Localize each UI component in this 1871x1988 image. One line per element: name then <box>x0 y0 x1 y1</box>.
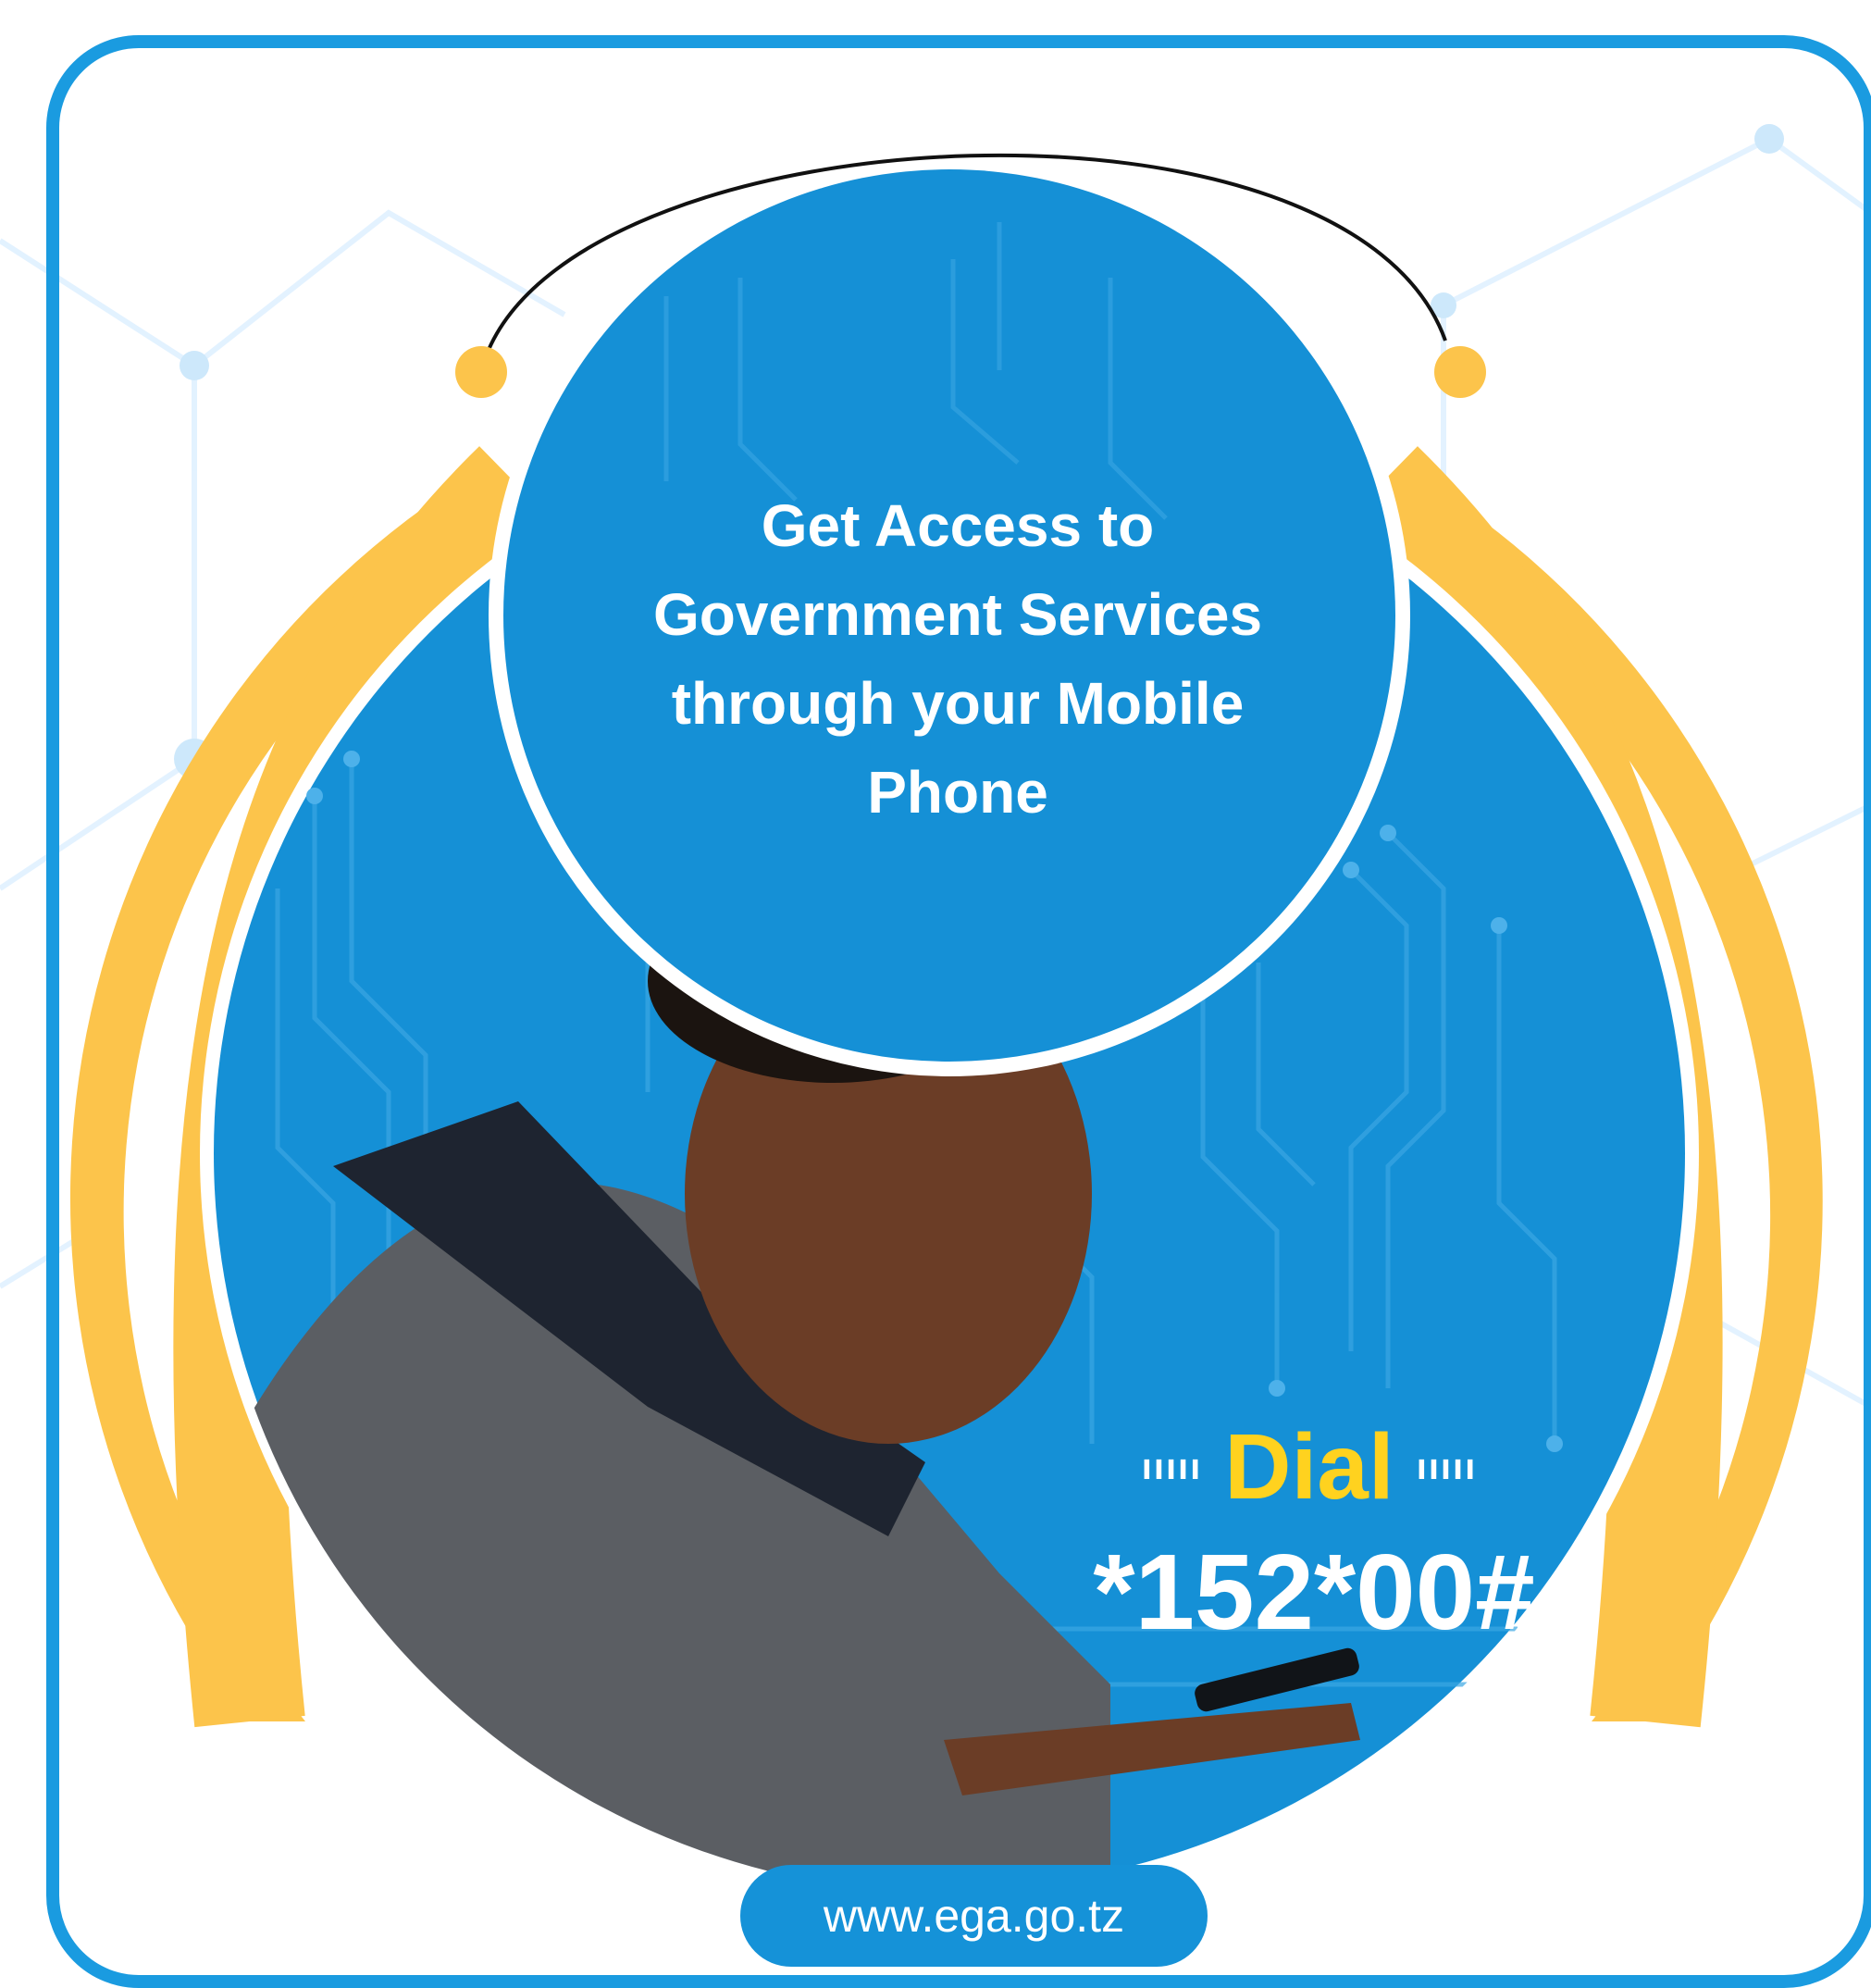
ussd-code: *152*00# <box>1093 1532 1535 1652</box>
headline-line-1: Get Access to <box>761 492 1155 559</box>
poster: Get Access to Government Services throug… <box>0 0 1871 1988</box>
dial-label: Dial <box>1224 1415 1394 1519</box>
headline-line-3: through your Mobile <box>671 670 1245 737</box>
website-pill[interactable]: www.ega.go.tz <box>740 1865 1208 1967</box>
headline-line-4: Phone <box>867 759 1048 826</box>
dial-label-row: ııııı Dial ııııı <box>1050 1416 1568 1518</box>
rounded-frame-border <box>46 35 1871 1988</box>
headline-line-2: Government Services <box>652 581 1263 648</box>
dial-dots-right: ııııı <box>1416 1446 1478 1487</box>
headline: Get Access to Government Services throug… <box>518 481 1397 837</box>
dial-dots-left: ııııı <box>1141 1446 1203 1487</box>
website-url[interactable]: www.ega.go.tz <box>824 1889 1124 1943</box>
